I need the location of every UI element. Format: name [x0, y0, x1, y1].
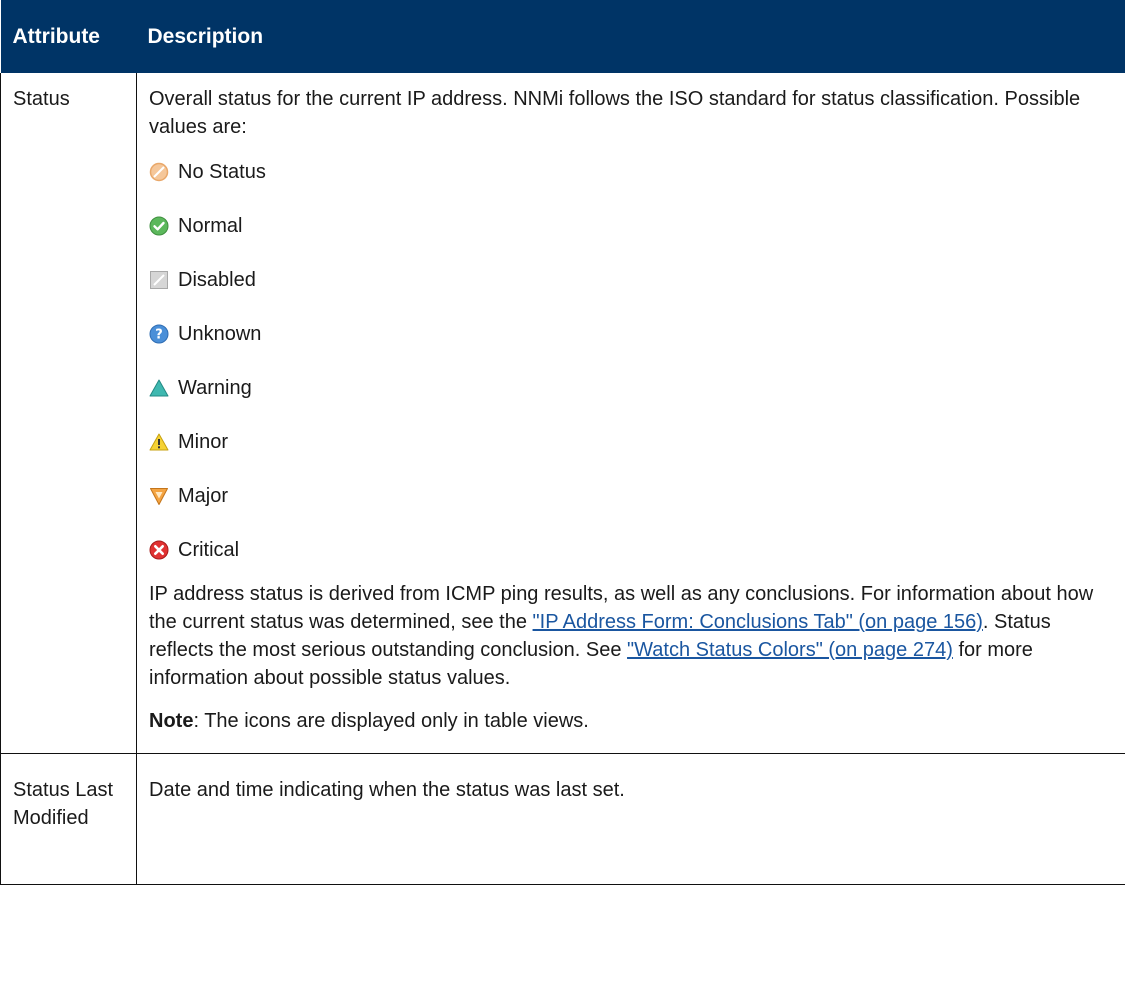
status-value-minor: Minor	[149, 427, 1105, 457]
status-value-critical: Critical	[149, 535, 1105, 565]
status-label: Unknown	[178, 323, 262, 345]
table-header-row: Attribute Description	[0, 0, 1125, 73]
watch-status-colors-link[interactable]: "Watch Status Colors" (on page 274)	[627, 639, 953, 661]
critical-icon	[149, 540, 169, 560]
description-cell-status: Overall status for the current IP addres…	[136, 73, 1125, 754]
status-explanation: IP address status is derived from ICMP p…	[149, 580, 1105, 692]
disabled-icon	[149, 270, 169, 290]
table-row-status-last-modified: Status Last Modified Date and time indic…	[0, 753, 1125, 885]
status-value-normal: Normal	[149, 211, 1105, 241]
attribute-cell-status-last-modified: Status Last Modified	[0, 753, 137, 885]
status-label: Critical	[178, 539, 240, 561]
svg-text:?: ?	[155, 328, 163, 343]
note-text: : The icons are displayed only in table …	[193, 710, 589, 732]
status-value-disabled: Disabled	[149, 265, 1105, 295]
status-label: Major	[178, 485, 229, 507]
no-status-icon	[149, 162, 169, 182]
status-value-major: Major	[149, 481, 1105, 511]
unknown-icon: ?	[149, 324, 169, 344]
status-label: Disabled	[178, 269, 256, 291]
attribute-cell-status: Status	[0, 73, 137, 754]
warning-icon	[149, 378, 169, 398]
conclusions-tab-link[interactable]: "IP Address Form: Conclusions Tab" (on p…	[533, 611, 983, 633]
status-value-no-status: No Status	[149, 157, 1105, 187]
status-label: Warning	[178, 377, 252, 399]
table-row-status: Status Overall status for the current IP…	[0, 73, 1125, 754]
status-label: No Status	[178, 161, 266, 183]
status-label: Normal	[178, 215, 243, 237]
minor-icon	[149, 432, 169, 452]
note-label: Note	[149, 710, 194, 732]
status-value-warning: Warning	[149, 373, 1105, 403]
status-intro: Overall status for the current IP addres…	[149, 88, 1081, 138]
description-cell-status-last-modified: Date and time indicating when the status…	[136, 753, 1125, 885]
header-description: Description	[136, 0, 1125, 73]
major-icon	[149, 486, 169, 506]
header-attribute: Attribute	[0, 0, 137, 73]
status-note: Note: The icons are displayed only in ta…	[149, 707, 1105, 753]
status-label: Minor	[178, 431, 229, 453]
status-value-unknown: ? Unknown	[149, 319, 1105, 349]
attribute-table: Attribute Description Status Overall sta…	[0, 0, 1125, 885]
normal-icon	[149, 216, 169, 236]
